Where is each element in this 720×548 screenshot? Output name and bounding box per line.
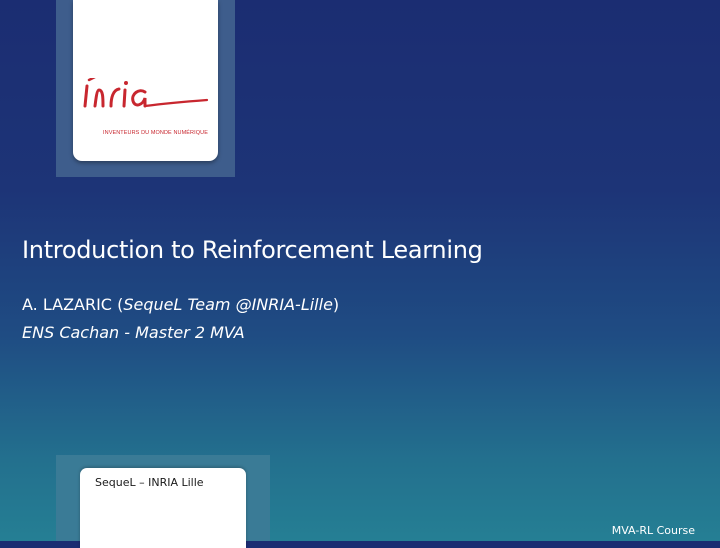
footer-course-label: MVA-RL Course bbox=[611, 524, 695, 537]
institute-line: ENS Cachan - Master 2 MVA bbox=[22, 323, 245, 342]
logo-tagline: INVENTEURS DU MONDE NUMÉRIQUE bbox=[103, 130, 208, 136]
author-close-paren: ) bbox=[332, 295, 340, 314]
footer-logo-card: SequeL – INRIA Lille bbox=[80, 468, 246, 548]
logo-card: INVENTEURS DU MONDE NUMÉRIQUE bbox=[73, 0, 218, 161]
slide-title: Introduction to Reinforcement Learning bbox=[22, 236, 483, 264]
author-line: A. LAZARIC (SequeL Team @INRIA-Lille) bbox=[22, 295, 339, 314]
author-affiliation: SequeL Team @INRIA-Lille bbox=[123, 295, 333, 314]
inria-logo bbox=[83, 78, 209, 108]
footer-lab-label: SequeL – INRIA Lille bbox=[95, 476, 204, 489]
author-name: A. LAZARIC ( bbox=[22, 295, 124, 314]
